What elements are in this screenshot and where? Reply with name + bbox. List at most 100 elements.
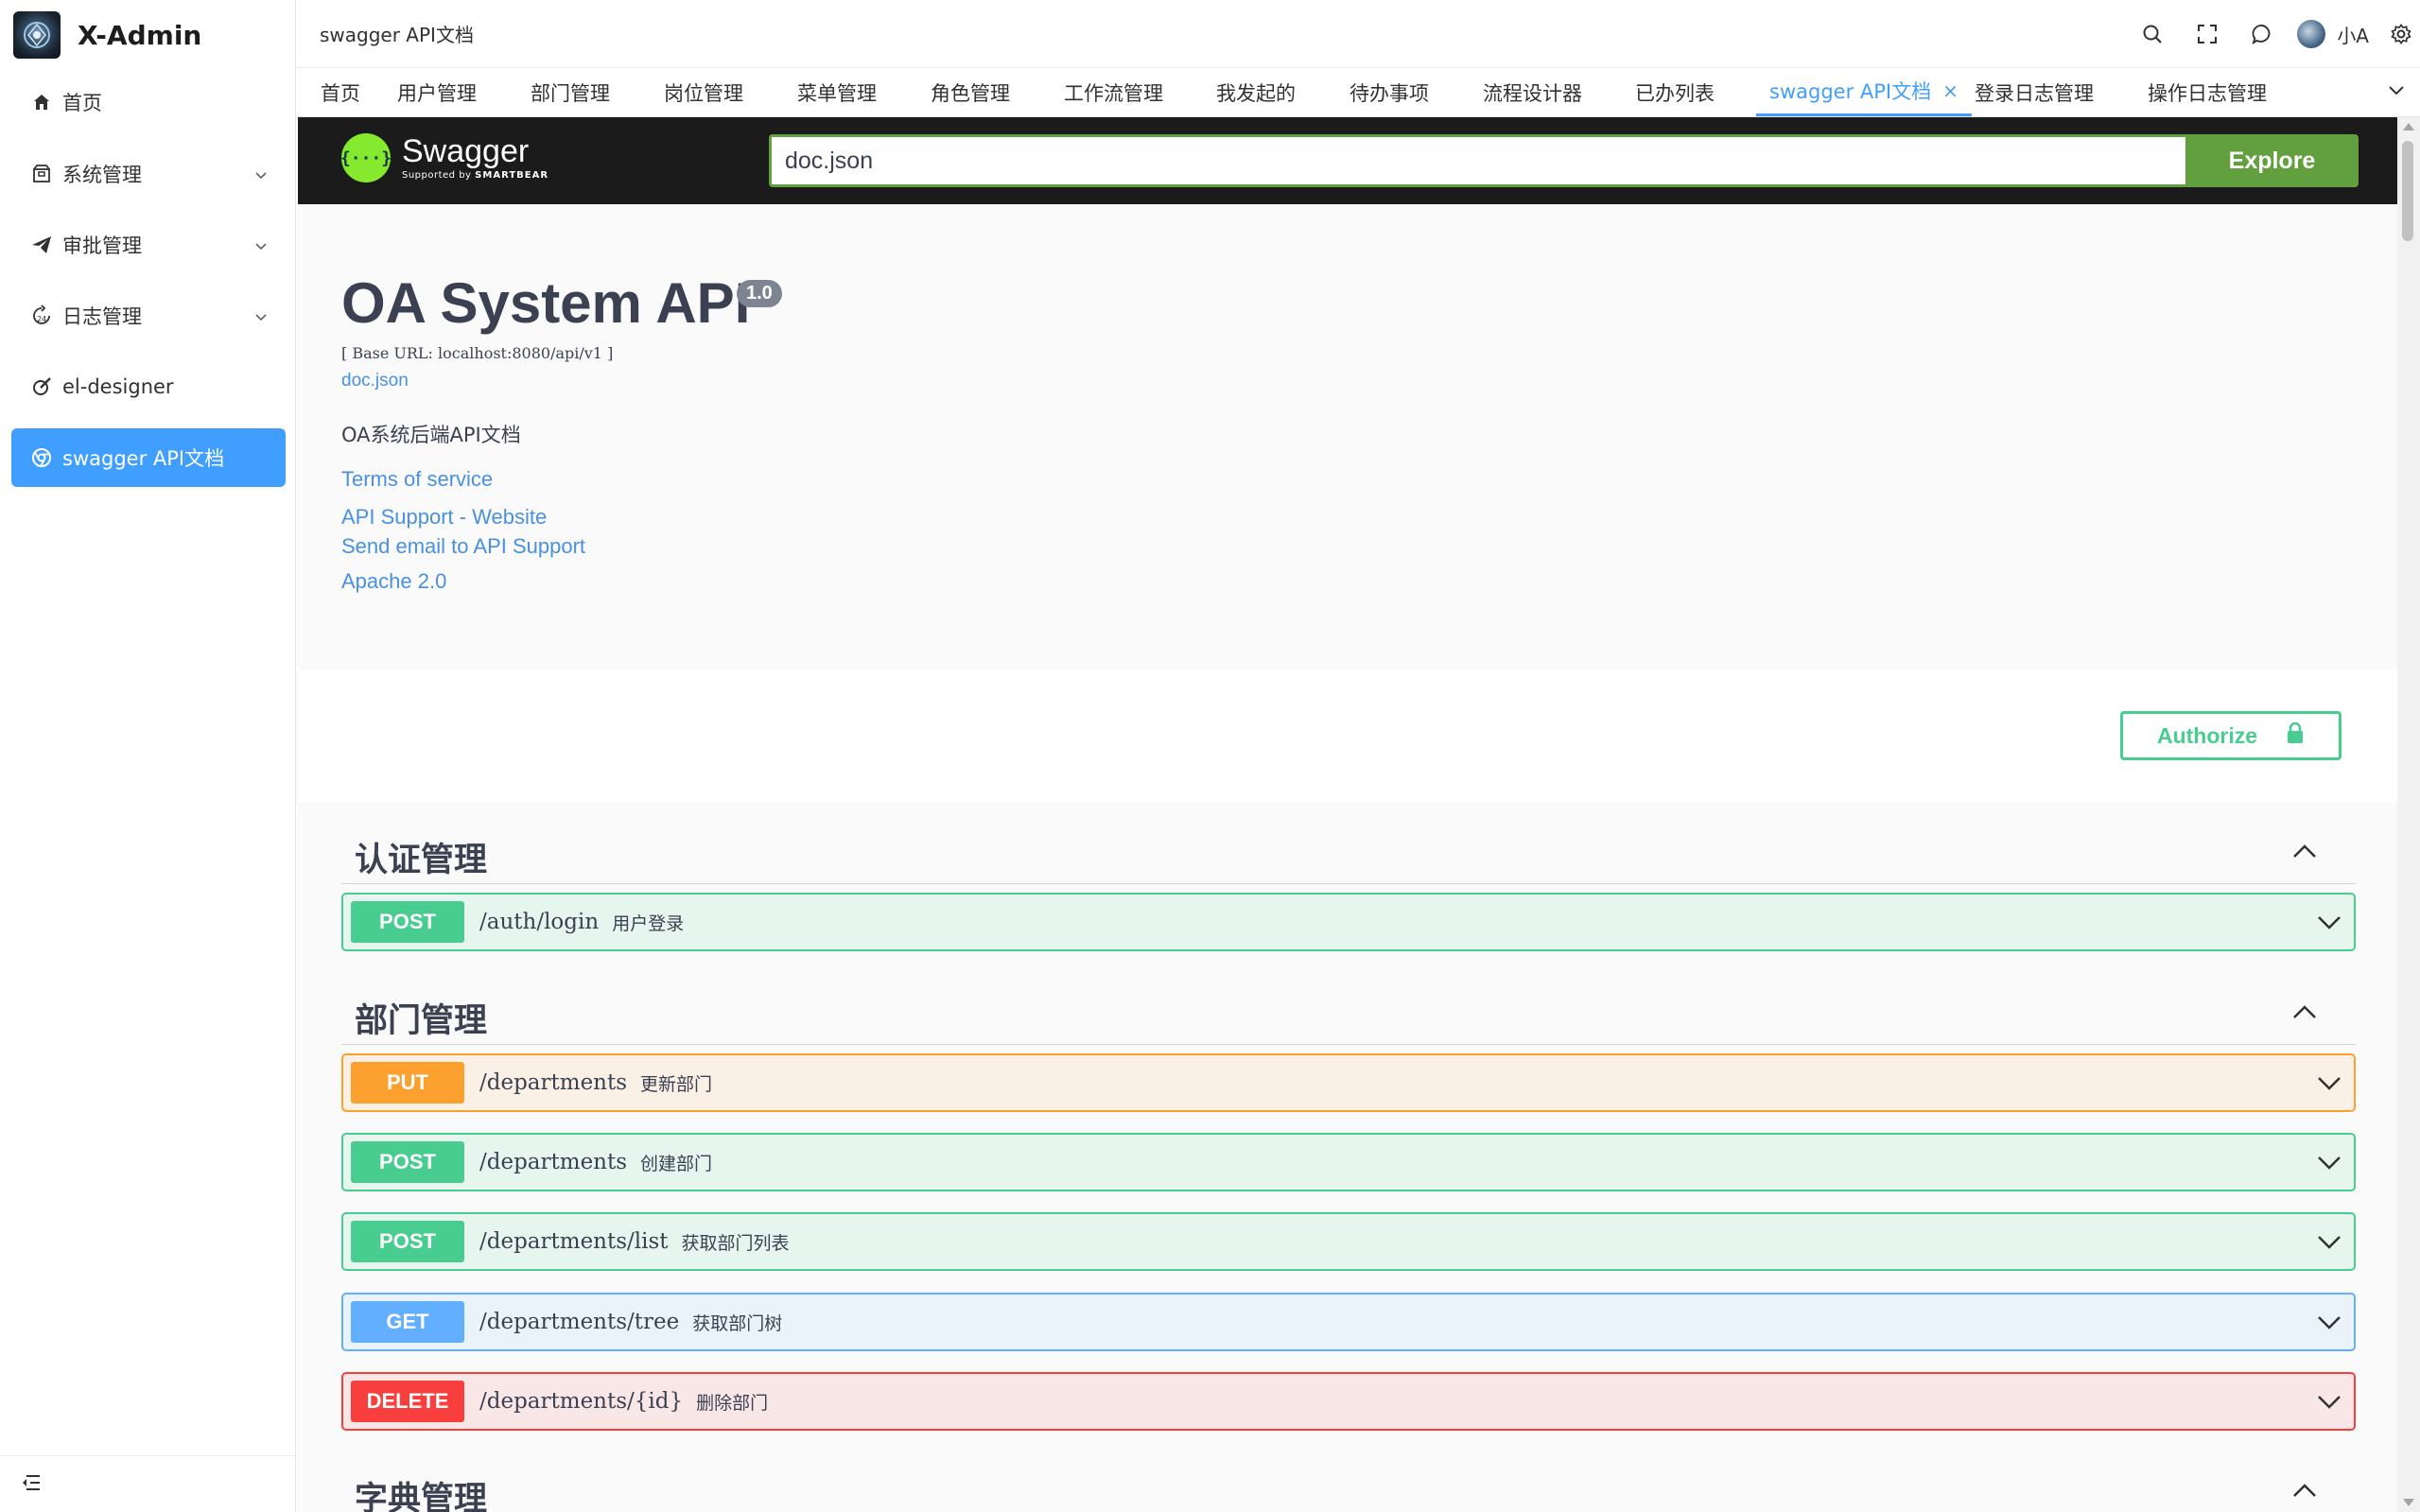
sidebar-item-logs[interactable]: 24 日志管理 <box>11 287 286 345</box>
sidebar-item-system[interactable]: 系统管理 <box>11 145 286 203</box>
close-icon[interactable]: × <box>1942 79 1959 102</box>
spec-url-input[interactable]: doc.json <box>769 134 2185 187</box>
package-icon <box>28 161 55 187</box>
doc-json-link[interactable]: doc.json <box>341 371 409 391</box>
operation-path: /departments/tree <box>479 1310 680 1334</box>
support-email-link[interactable]: Send email to API Support <box>341 534 585 559</box>
sidebar-item-swagger[interactable]: swagger API文档 <box>11 428 286 487</box>
tab-swagger[interactable]: swagger API文档 × <box>1756 68 1972 116</box>
tab-home[interactable]: 首页 <box>321 68 360 116</box>
username: 小A <box>2337 24 2369 47</box>
operation-row[interactable]: POST /auth/login 用户登录 <box>341 893 2356 951</box>
tab-label: 岗位管理 <box>664 81 743 105</box>
tag-header[interactable]: 认证管理 <box>341 826 2356 884</box>
breadcrumb: swagger API文档 <box>320 24 474 46</box>
tab-users[interactable]: 用户管理 <box>397 68 477 116</box>
smartbear-label: SMARTBEAR <box>475 170 549 181</box>
tab-my-initiated[interactable]: 我发起的 <box>1216 68 1296 116</box>
home-icon <box>28 89 55 115</box>
explore-button[interactable]: Explore <box>2185 134 2359 187</box>
app-logo-row[interactable]: X-Admin <box>13 11 201 59</box>
supported-by-label: Supported by <box>402 170 472 181</box>
tab-label: 首页 <box>321 81 360 105</box>
sidebar-item-approval[interactable]: 审批管理 <box>11 216 286 274</box>
tab-positions[interactable]: 岗位管理 <box>664 68 743 116</box>
license-link[interactable]: Apache 2.0 <box>341 569 446 594</box>
api-title: OA System API <box>341 271 751 335</box>
support-website-link[interactable]: API Support - Website <box>341 505 547 530</box>
tab-menus[interactable]: 菜单管理 <box>797 68 877 116</box>
chevron-down-icon <box>253 235 269 258</box>
operation-path: /departments <box>479 1070 628 1095</box>
sidebar-item-label: 日志管理 <box>62 305 142 328</box>
tab-todo[interactable]: 待办事项 <box>1349 68 1429 116</box>
operation-summary: 更新部门 <box>640 1073 713 1095</box>
history-icon: 24 <box>28 303 55 329</box>
operation-path: /departments/{id} <box>479 1389 684 1414</box>
method-badge: POST <box>351 1221 464 1262</box>
settings-icon[interactable] <box>2382 0 2420 68</box>
scroll-up-icon[interactable] <box>2403 123 2414 130</box>
app-title: X-Admin <box>78 19 202 51</box>
chevron-down-icon <box>2316 1390 2342 1416</box>
swagger-logo-icon: {···} <box>340 133 392 182</box>
tab-label: 流程设计器 <box>1483 81 1582 105</box>
swagger-logo[interactable]: {···} Swagger Supported by SMARTBEAR <box>340 133 548 182</box>
tag-header[interactable]: 部门管理 <box>341 986 2356 1045</box>
chevron-down-icon <box>2386 86 2407 104</box>
avatar <box>2297 20 2326 48</box>
message-icon[interactable] <box>2235 0 2289 68</box>
tag-header[interactable]: 字典管理 <box>341 1465 2356 1512</box>
fullscreen-icon[interactable] <box>2180 0 2235 68</box>
tab-label: 部门管理 <box>531 81 610 105</box>
terms-of-service-link[interactable]: Terms of service <box>341 467 493 492</box>
operation-summary: 创建部门 <box>640 1153 713 1174</box>
user-menu[interactable]: 小A <box>2297 20 2369 48</box>
method-badge: POST <box>351 901 464 943</box>
scroll-down-icon[interactable] <box>2403 1499 2414 1506</box>
tab-login-logs[interactable]: 登录日志管理 <box>1975 68 2094 116</box>
sidebar-item-label: 审批管理 <box>62 235 142 257</box>
operation-row[interactable]: GET /departments/tree 获取部门树 <box>341 1293 2356 1351</box>
method-badge: GET <box>351 1301 464 1343</box>
chevron-up-icon[interactable] <box>2291 843 2318 865</box>
chevron-up-icon[interactable] <box>2291 1482 2318 1504</box>
operations-list: 认证管理 POST /auth/login 用户登录 部门管理 PUT /dep… <box>298 803 2397 1512</box>
operation-row[interactable]: POST /departments 创建部门 <box>341 1133 2356 1191</box>
swagger-supported-by: Supported by SMARTBEAR <box>402 171 548 181</box>
spec-url-value: doc.json <box>785 147 874 174</box>
sidebar-item-label: 系统管理 <box>62 164 142 186</box>
tabs-bar: 首页 用户管理 部门管理 岗位管理 菜单管理 角色管理 工作流管理 我发起的 待… <box>296 68 2420 117</box>
operation-row[interactable]: DELETE /departments/{id} 删除部门 <box>341 1372 2356 1431</box>
api-version-badge: 1.0 <box>737 280 782 307</box>
swagger-brand: Swagger <box>402 133 530 169</box>
operation-summary: 用户登录 <box>612 912 685 934</box>
tab-done-list[interactable]: 已办列表 <box>1635 68 1715 116</box>
tab-label: 菜单管理 <box>797 81 877 105</box>
scrollbar[interactable] <box>2397 117 2420 1512</box>
operation-summary: 获取部门列表 <box>681 1232 790 1254</box>
scrollbar-thumb[interactable] <box>2402 141 2413 241</box>
search-icon[interactable] <box>2125 0 2180 68</box>
tab-label: 我发起的 <box>1216 81 1296 105</box>
operation-row[interactable]: PUT /departments 更新部门 <box>341 1053 2356 1112</box>
tab-operation-logs[interactable]: 操作日志管理 <box>2148 68 2267 116</box>
app-logo <box>13 11 61 59</box>
tab-workflow[interactable]: 工作流管理 <box>1064 68 1163 116</box>
tag-name: 字典管理 <box>355 1481 488 1512</box>
chevron-up-icon[interactable] <box>2291 1003 2318 1026</box>
chevron-down-icon <box>2316 1071 2342 1098</box>
tab-process-designer[interactable]: 流程设计器 <box>1483 68 1582 116</box>
sidebar-item-label: swagger API文档 <box>62 447 225 470</box>
tab-departments[interactable]: 部门管理 <box>531 68 610 116</box>
authorize-button[interactable]: Authorize <box>2120 711 2342 760</box>
operation-row[interactable]: POST /departments/list 获取部门列表 <box>341 1212 2356 1271</box>
operation-summary: 删除部门 <box>696 1392 769 1414</box>
tab-label: swagger API文档 <box>1769 80 1932 103</box>
sidebar-collapse-toggle[interactable] <box>0 1455 295 1512</box>
sidebar-item-el-designer[interactable]: el-designer <box>11 357 286 416</box>
swagger-frame: {···} Swagger Supported by SMARTBEAR doc… <box>296 117 2420 1512</box>
tab-roles[interactable]: 角色管理 <box>931 68 1010 116</box>
tabs-more-dropdown[interactable] <box>2386 79 2407 104</box>
sidebar-item-home[interactable]: 首页 <box>11 73 286 131</box>
